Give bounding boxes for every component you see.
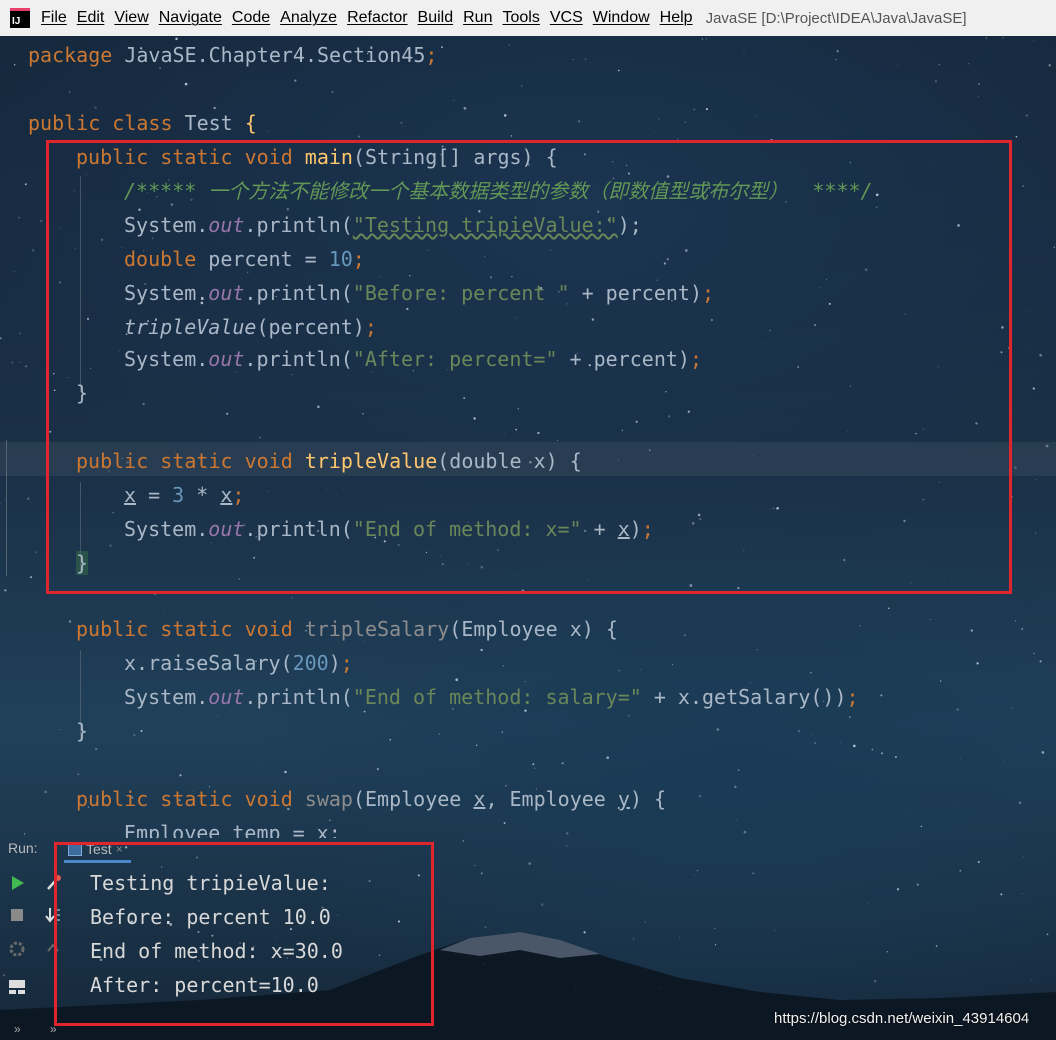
menu-window[interactable]: Window (588, 9, 655, 27)
class-name: Test (172, 111, 245, 135)
menu-analyze[interactable]: Analyze (275, 9, 342, 27)
menu-help[interactable]: Help (655, 9, 698, 27)
menu-view[interactable]: View (109, 9, 153, 27)
keyword: public class (28, 111, 173, 135)
semicolon: ; (425, 43, 438, 67)
keyword: package (28, 43, 113, 67)
code-text: Employee temp = x; (124, 821, 341, 838)
highlight-box-code (46, 140, 1012, 594)
keyword: public static void (76, 787, 293, 811)
expression: + x.getSalary() (641, 685, 835, 709)
highlight-box-output (54, 842, 434, 1026)
menu-code[interactable]: Code (227, 9, 275, 27)
code-line-package: package JavaSE.Chapter4.Section45; (28, 38, 437, 72)
brace: } (76, 719, 89, 743)
field: out (208, 685, 245, 709)
expand-chevron-icon[interactable]: » (14, 1022, 21, 1036)
menu-bar: IJ File Edit View Navigate Code Analyze … (0, 0, 1056, 36)
menu-tools[interactable]: Tools (497, 9, 544, 27)
menu-refactor[interactable]: Refactor (342, 9, 412, 27)
menu-edit[interactable]: Edit (72, 9, 110, 27)
params: ) { (629, 787, 667, 811)
identifier: System. (124, 685, 209, 709)
menu-file[interactable]: File (36, 9, 72, 27)
params: (Employee x) { (449, 617, 618, 641)
string-literal: "End of method: salary=" (352, 685, 642, 709)
watermark: https://blog.csdn.net/weixin_43914604 (774, 1010, 1030, 1027)
code-line-raise-salary: x.raiseSalary(200); (124, 651, 353, 675)
run-label: Run: (8, 840, 38, 856)
method-call: x.raiseSalary( (124, 651, 293, 675)
code-line-triplesalary-signature: public static void tripleSalary(Employee… (76, 612, 618, 646)
expand-chevron-icon[interactable]: » (50, 1022, 57, 1036)
code-line-println-salary: System.out.println("End of method: salar… (124, 685, 859, 709)
number-literal: 200 (292, 651, 329, 675)
keyword: public static void (76, 617, 293, 641)
code-line-partial: Employee temp = x; (124, 816, 341, 838)
method-name: swap (304, 787, 353, 811)
gutter-marker (6, 440, 7, 576)
brace: { (244, 111, 257, 135)
params: (Employee (352, 787, 474, 811)
params: , Employee (485, 787, 618, 811)
code-line-class: public class Test { (28, 106, 257, 140)
method-name: tripleSalary (304, 617, 450, 641)
package-name: JavaSE.Chapter4.Section45 (112, 43, 426, 67)
code-line-close-triplesalary: } (76, 714, 88, 748)
window-title: JavaSE [D:\Project\IDEA\Java\JavaSE] (705, 9, 967, 27)
menu-build[interactable]: Build (413, 9, 459, 27)
variable: y (617, 787, 630, 811)
variable: x (473, 787, 486, 811)
code-line-swap-signature: public static void swap(Employee x, Empl… (76, 782, 666, 816)
menu-navigate[interactable]: Navigate (154, 9, 227, 27)
menu-run[interactable]: Run (458, 9, 497, 27)
intellij-logo-icon[interactable]: IJ (10, 8, 30, 28)
menu-vcs[interactable]: VCS (545, 9, 588, 27)
method-call: .println( (244, 685, 353, 709)
